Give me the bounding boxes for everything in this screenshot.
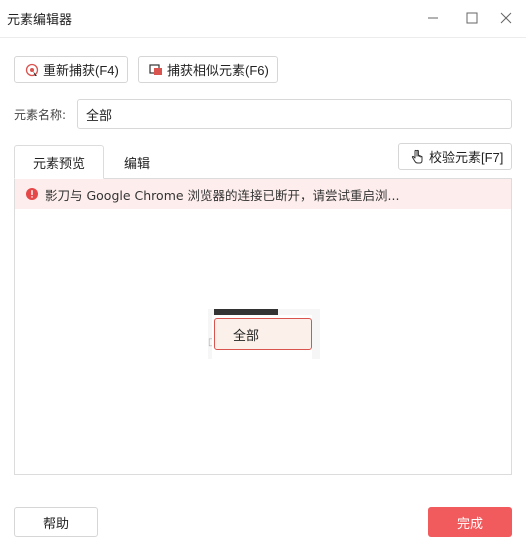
done-button[interactable]: 完成 — [428, 507, 512, 537]
help-button[interactable]: 帮助 — [14, 507, 98, 537]
capture-target-icon — [25, 63, 39, 76]
verify-element-label: 校验元素[F7] — [429, 150, 504, 165]
minimize-button[interactable] — [420, 6, 446, 30]
done-label: 完成 — [456, 515, 483, 531]
capture-similar-label: 捕获相似元素(F6) — [167, 63, 269, 78]
recapture-label: 重新捕获(F4) — [43, 63, 119, 78]
element-preview-image: ▯ 全部 ‥ ‥ — [208, 309, 320, 359]
title-bar: 元素编辑器 — [0, 0, 526, 38]
close-icon — [500, 12, 512, 24]
element-name-label: 元素名称: — [14, 108, 67, 122]
alert-message: 影刀与 Google Chrome 浏览器的连接已断开，请尝试重启浏... — [45, 187, 400, 203]
element-name-input[interactable] — [77, 99, 512, 129]
preview-selected-label: 全部 — [233, 329, 260, 344]
tab-element-preview-label: 元素预览 — [32, 156, 85, 172]
help-label: 帮助 — [42, 515, 69, 531]
maximize-icon — [466, 12, 478, 24]
connection-alert: 影刀与 Google Chrome 浏览器的连接已断开，请尝试重启浏... — [15, 179, 511, 209]
window-title: 元素编辑器 — [7, 13, 73, 28]
tab-edit-label: 编辑 — [123, 156, 150, 172]
maximize-button[interactable] — [459, 6, 485, 30]
error-icon — [26, 188, 38, 200]
element-preview-panel: 影刀与 Google Chrome 浏览器的连接已断开，请尝试重启浏... ▯ … — [14, 178, 512, 475]
capture-similar-button[interactable]: 捕获相似元素(F6) — [138, 56, 278, 83]
pointer-hand-icon — [411, 149, 423, 163]
tab-element-preview[interactable]: 元素预览 — [14, 145, 104, 179]
similar-elements-icon — [149, 63, 162, 75]
verify-element-button[interactable]: 校验元素[F7] — [398, 143, 512, 170]
recapture-button[interactable]: 重新捕获(F4) — [14, 56, 128, 83]
preview-selected-element — [214, 318, 312, 350]
close-button[interactable] — [493, 6, 519, 30]
minimize-icon — [428, 17, 438, 19]
tab-edit[interactable]: 编辑 — [106, 145, 168, 179]
preview-cut-text: ‥ ‥ — [232, 355, 249, 359]
